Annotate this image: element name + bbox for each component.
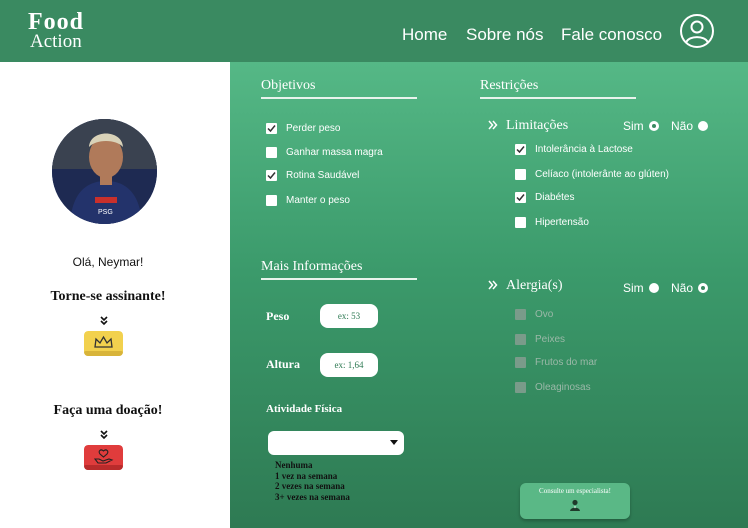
activity-option[interactable]: Nenhuma <box>275 460 350 471</box>
allergies-yes-radio[interactable]: Sim <box>623 281 659 295</box>
activity-option[interactable]: 3+ vezes na semana <box>275 492 350 503</box>
logo-action-text: Action <box>30 31 82 52</box>
checkbox-disabled[interactable] <box>515 357 526 368</box>
check-icon <box>516 194 525 202</box>
option-label: Perder peso <box>286 123 341 134</box>
option-label: Rotina Saudável <box>286 170 360 181</box>
weight-input[interactable] <box>320 304 378 328</box>
checkbox-unchecked[interactable] <box>515 169 526 180</box>
objective-gain-muscle-option[interactable]: Ganhar massa magra <box>266 147 383 158</box>
checkbox-disabled[interactable] <box>515 334 526 345</box>
double-chevron-down-icon <box>100 430 108 440</box>
radio-label: Sim <box>623 119 644 133</box>
check-icon <box>267 172 276 180</box>
dropdown-caret-icon <box>390 440 398 445</box>
option-label: Celíaco (intolerânte ao glúten) <box>535 169 669 180</box>
option-label: Hipertensão <box>535 217 589 228</box>
activity-option[interactable]: 1 vez na semana <box>275 471 350 482</box>
consult-specialist-button[interactable]: Consulte um especialista! <box>520 483 630 519</box>
activity-option[interactable]: 2 vezes na semana <box>275 481 350 492</box>
checkbox-checked[interactable] <box>515 144 526 155</box>
top-navigation-bar: Food Action Home Sobre nós Fale conosco <box>0 0 748 62</box>
donate-title: Faça uma doação! <box>53 403 163 418</box>
objective-healthy-routine-option[interactable]: Rotina Saudável <box>266 170 359 181</box>
subscribe-crown-button[interactable] <box>84 331 123 356</box>
option-label: Manter o peso <box>286 195 350 206</box>
height-label: Altura <box>266 357 300 371</box>
option-label: Intolerância à Lactose <box>535 144 633 155</box>
radio-selected[interactable] <box>698 283 709 293</box>
objectives-title: Objetivos <box>261 78 316 93</box>
limitation-hypertension-option[interactable]: Hipertensão <box>515 217 589 228</box>
check-icon <box>516 146 525 154</box>
nav-about-link[interactable]: Sobre nós <box>466 25 544 45</box>
allergy-nuts-option[interactable]: Oleaginosas <box>515 382 591 393</box>
radio-unselected[interactable] <box>698 121 709 131</box>
objective-lose-weight-option[interactable]: Perder peso <box>266 123 340 134</box>
profile-sidebar: PSG Olá, Neymar! Torne-se assinante! Faç… <box>0 62 230 528</box>
checkbox-unchecked[interactable] <box>266 195 277 206</box>
double-chevron-right-icon <box>488 120 498 130</box>
limitation-diabetes-option[interactable]: Diabétes <box>515 192 574 203</box>
nav-home-link[interactable]: Home <box>402 25 447 45</box>
physical-activity-select[interactable] <box>268 431 404 455</box>
radio-label: Sim <box>623 281 644 295</box>
radio-unselected[interactable] <box>648 283 659 293</box>
option-label: Ganhar massa magra <box>286 147 383 158</box>
option-label: Ovo <box>535 309 554 320</box>
donate-button[interactable] <box>84 445 123 470</box>
restrictions-title: Restrições <box>480 78 539 93</box>
radio-selected[interactable] <box>648 121 659 131</box>
double-chevron-right-icon <box>488 280 498 290</box>
allergies-title: Alergia(s) <box>506 278 563 293</box>
double-chevron-down-icon <box>100 316 108 326</box>
radio-label: Não <box>671 119 694 133</box>
allergy-fish-option[interactable]: Peixes <box>515 334 565 345</box>
checkbox-unchecked[interactable] <box>266 147 277 158</box>
height-input[interactable] <box>320 353 378 377</box>
allergy-egg-option[interactable]: Ovo <box>515 309 553 320</box>
objectives-divider <box>261 97 417 99</box>
weight-label: Peso <box>266 309 290 323</box>
svg-text:PSG: PSG <box>98 209 113 216</box>
limitation-lactose-option[interactable]: Intolerância à Lactose <box>515 144 633 155</box>
limitations-yes-radio[interactable]: Sim <box>623 119 659 133</box>
checkbox-unchecked[interactable] <box>515 217 526 228</box>
preferences-panel: Objetivos Perder peso Ganhar massa magra… <box>230 62 748 528</box>
more-info-divider <box>261 278 417 280</box>
checkbox-checked[interactable] <box>266 170 277 181</box>
consult-specialist-label: Consulte um especialista! <box>539 487 611 495</box>
option-label: Peixes <box>535 334 566 345</box>
food-action-logo[interactable]: Food Action <box>28 9 92 53</box>
subscribe-title: Torne-se assinante! <box>50 289 166 304</box>
limitations-no-radio[interactable]: Não <box>671 119 709 133</box>
greeting-text: Olá, Neymar! <box>72 255 144 269</box>
limitations-title: Limitações <box>506 118 569 133</box>
nav-contact-link[interactable]: Fale conosco <box>561 25 662 45</box>
checkbox-disabled[interactable] <box>515 309 526 320</box>
allergies-no-radio[interactable]: Não <box>671 281 709 295</box>
checkbox-checked[interactable] <box>515 192 526 203</box>
objective-maintain-weight-option[interactable]: Manter o peso <box>266 195 350 206</box>
specialist-person-icon <box>570 499 580 511</box>
checkbox-checked[interactable] <box>266 123 277 134</box>
physical-activity-label: Atividade Física <box>266 403 343 415</box>
checkbox-disabled[interactable] <box>515 382 526 393</box>
limitation-celiac-option[interactable]: Celíaco (intolerânte ao glúten) <box>515 169 669 180</box>
physical-activity-options: Nenhuma 1 vez na semana 2 vezes na seman… <box>275 460 350 502</box>
allergy-seafood-option[interactable]: Frutos do mar <box>515 357 597 368</box>
user-account-icon[interactable] <box>679 13 715 49</box>
check-icon <box>267 125 276 133</box>
user-avatar: PSG <box>52 119 157 224</box>
radio-label: Não <box>671 281 694 295</box>
more-info-title: Mais Informações <box>261 259 363 274</box>
option-label: Oleaginosas <box>535 382 591 393</box>
option-label: Frutos do mar <box>535 357 598 368</box>
option-label: Diabétes <box>535 192 575 203</box>
restrictions-divider <box>480 97 636 99</box>
